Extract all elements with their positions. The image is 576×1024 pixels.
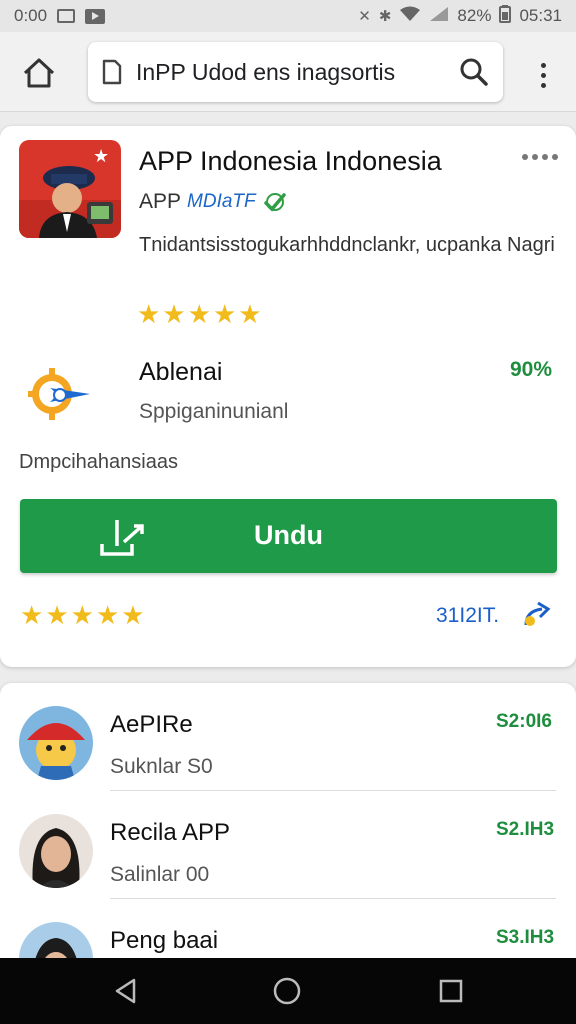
list-item[interactable]: Recila APP Salinlar 00 S2.IH3 [0,791,576,899]
home-circle-icon[interactable] [270,974,304,1008]
status-clock: 05:31 [519,6,562,25]
list-item-title: Recila APP [110,819,231,846]
app-title: APP Indonesia Indonesia [139,146,442,176]
app-description: Tnidantsisstogukarhhddnclankr, ucpanka N… [139,234,555,256]
list-item-price: S3.IH3 [496,927,555,948]
play-icon [85,8,106,24]
developer-badge: MDIaTF [187,191,256,212]
list-item-price: S2:0I6 [496,711,552,732]
list-item-subtitle: Salinlar 00 [110,863,210,886]
app-card: ★ APP Indonesia Indonesia APP MDIaTF Tni… [0,126,576,667]
star-icon: ★ [95,600,120,630]
feature-title: Ablenai [139,358,223,386]
svg-text:★: ★ [93,146,109,167]
star-icon: ★ [70,600,94,630]
list-item-title: Peng baai [110,927,219,954]
more-horiz-icon[interactable] [522,154,558,160]
half-star-icon: ★ [238,299,262,329]
recents-icon[interactable] [434,974,468,1008]
gear-eye-icon [28,364,94,424]
app-rating-stars: ★ ★ ★ ★ ★ [137,301,262,327]
url-text: InPP Udod ens inagsortis [136,58,396,85]
star-icon: ★ [162,299,186,329]
star-icon: ★ [212,299,237,329]
back-icon[interactable] [109,974,143,1008]
section-label: Dmpcihahansiaas [19,451,178,473]
footer-rating-stars: ★ ★ ★ ★ ★ [20,602,145,628]
gallery-icon [57,9,76,23]
list-item[interactable]: AePIRe Suknlar S0 S2:0I6 [0,683,576,791]
system-nav-bar [0,958,576,1024]
avatar [19,706,93,780]
star-icon: ★ [137,299,161,329]
status-time: 0:00 [14,6,48,25]
app-thumbnail[interactable]: ★ [19,140,121,238]
avatar [19,814,93,888]
developer-row[interactable]: APP MDIaTF [139,190,288,214]
star-icon: ★ [20,600,44,630]
star-icon: ★ [187,299,211,329]
address-bar[interactable]: InPP Udod ens inagsortis [88,42,503,102]
star-icon: ★ [45,600,69,630]
status-bar: 0:00 ✕ ✱ 82% 05:31 [0,0,576,32]
mute-icon: ✕ [358,8,371,25]
battery-icon [499,4,512,28]
browser-toolbar: InPP Udod ens inagsortis [0,32,576,112]
verified-icon [262,191,288,213]
home-icon[interactable] [20,54,58,92]
related-apps-list: AePIRe Suknlar S0 S2:0I6 Recila APP Sali… [0,683,576,983]
more-vert-icon[interactable] [527,56,559,94]
share-icon[interactable] [520,599,552,631]
install-button[interactable]: Undu [20,499,557,573]
feature-percent: 90% [510,358,553,381]
developer-name: APP [139,190,182,213]
list-item-subtitle: Suknlar S0 [110,755,213,778]
page-icon [100,58,124,86]
vibrate-icon: ✱ [378,8,392,25]
feature-subtitle: Sppiganinunianl [139,400,289,423]
wifi-icon [399,6,421,27]
list-item-title: AePIRe [110,711,193,738]
search-icon[interactable] [457,55,491,89]
list-item-price: S2.IH3 [496,819,555,840]
rating-count: 31I2IT. [436,604,500,627]
battery-percent: 82% [457,6,492,25]
install-label: Undu [254,520,323,550]
signal-icon [429,6,449,27]
half-star-icon: ★ [121,600,145,630]
